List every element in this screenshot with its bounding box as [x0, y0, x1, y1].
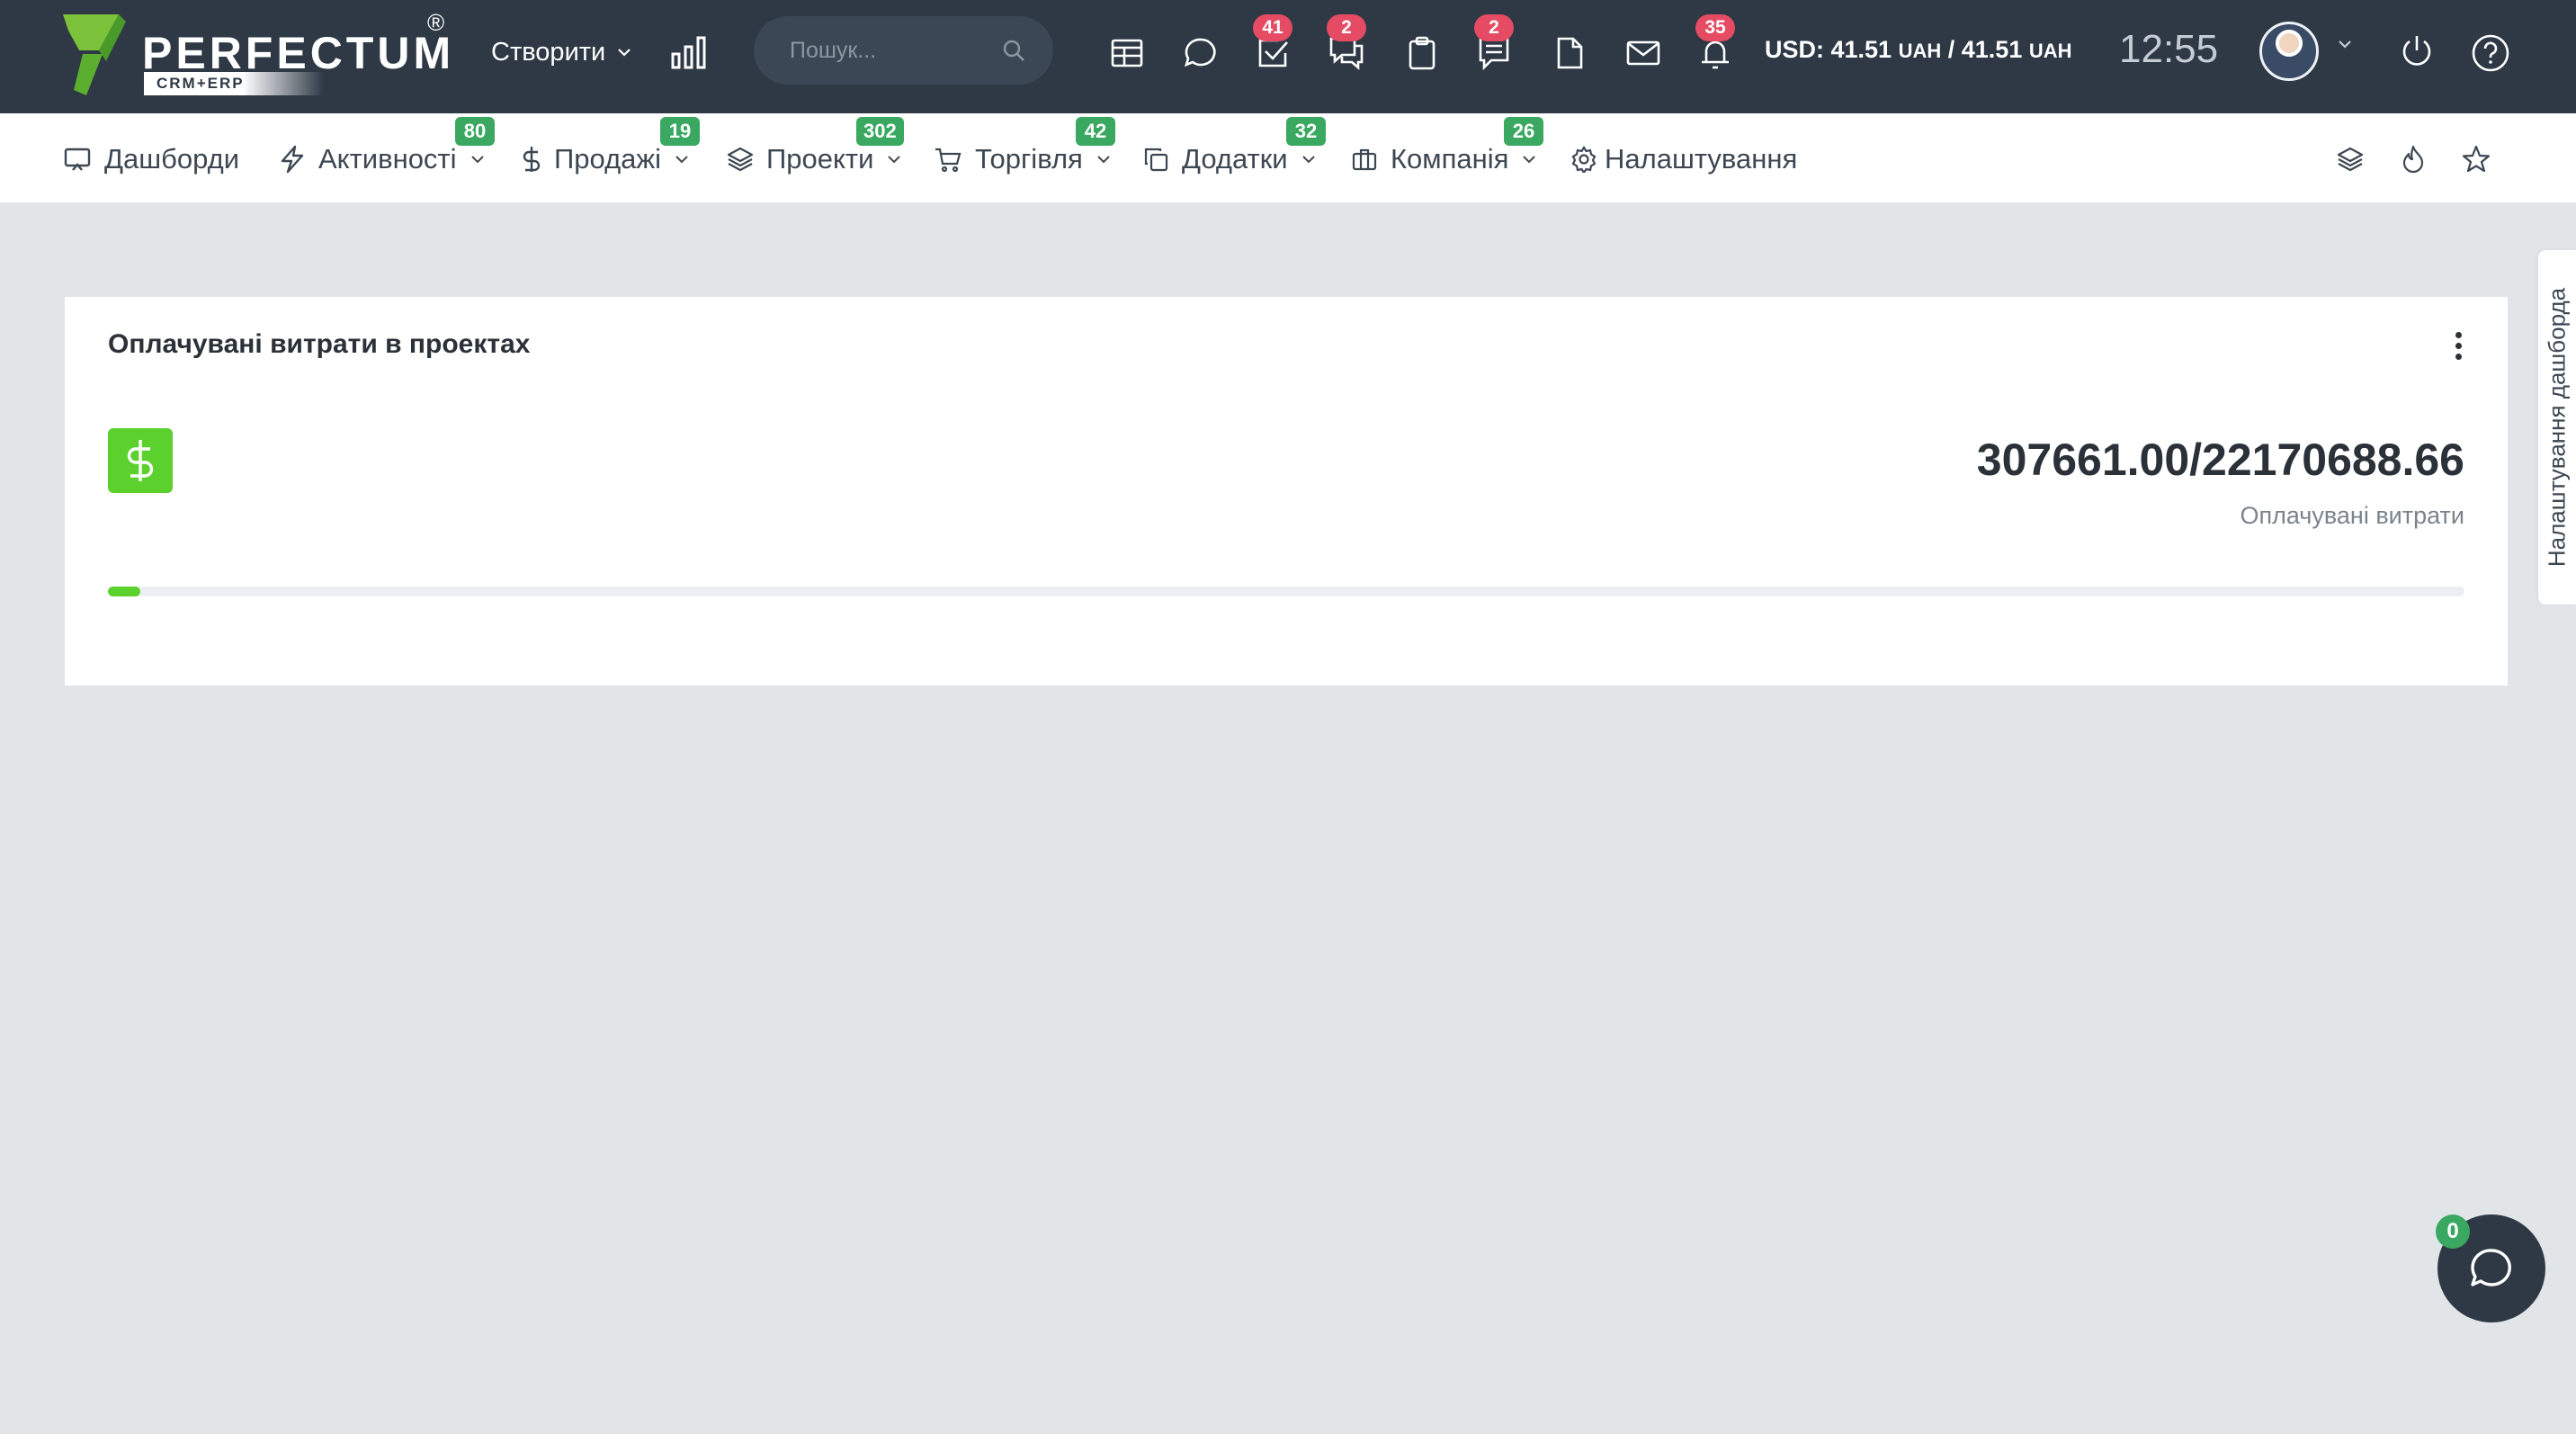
chat-badge: 0 — [2436, 1214, 2470, 1249]
help-icon[interactable] — [2470, 32, 2511, 78]
billable-expenses-widget: Оплачувані витрати в проектах 307661.00/… — [65, 297, 2508, 686]
monitor-icon — [64, 148, 91, 171]
search-box[interactable] — [754, 16, 1053, 85]
nav-label: Проекти — [766, 143, 874, 175]
chat-icon[interactable] — [1180, 32, 1221, 74]
currency-value: USD: 41.51 — [1765, 36, 1892, 63]
brand-registered: ® — [427, 9, 445, 36]
nav-activities[interactable]: Активності 80 — [279, 117, 495, 180]
chevron-down-icon — [1523, 156, 1536, 164]
widget-title: Оплачувані витрати в проектах — [108, 329, 531, 359]
dashboard-settings-label: Налаштування дашборда — [2543, 287, 2571, 568]
gear-icon — [1571, 146, 1597, 173]
chevron-down-icon — [618, 49, 631, 57]
create-button[interactable]: Створити — [491, 34, 632, 70]
dollar-icon — [108, 428, 173, 493]
nav-addons[interactable]: Додатки 32 — [1142, 117, 1326, 180]
nav-badge: 26 — [1504, 117, 1543, 146]
layers-icon[interactable] — [2330, 139, 2371, 180]
dashboard-settings-tab[interactable]: Налаштування дашборда — [2538, 250, 2576, 605]
chevron-down-icon — [470, 156, 484, 164]
calendar-icon[interactable] — [1106, 32, 1148, 74]
dollar-icon — [523, 147, 541, 172]
top-bar: PERFECTUM ® CRM+ERP Створити 41 2 2 — [0, 0, 2576, 113]
briefcase-icon — [1352, 148, 1377, 171]
chat-bubble-icon — [2471, 1249, 2511, 1286]
nav-badge: 80 — [455, 117, 495, 146]
nav-badge: 32 — [1286, 117, 1326, 146]
nav-company[interactable]: Компанія 26 — [1351, 117, 1543, 180]
nav-label: Дашборди — [104, 143, 240, 175]
bell-icon[interactable]: 35 — [1695, 14, 1736, 74]
search-input[interactable] — [790, 32, 988, 68]
brand-sub: CRM+ERP — [144, 72, 324, 95]
search-icon[interactable] — [1001, 38, 1026, 67]
nav-label: Торгівля — [975, 143, 1083, 175]
notifications-badge: 35 — [1695, 14, 1735, 41]
nav-label: Активності — [318, 143, 457, 175]
more-options-icon[interactable] — [2445, 327, 2472, 363]
chevron-down-icon — [888, 156, 901, 164]
star-icon[interactable] — [2455, 139, 2497, 180]
discussions-badge: 2 — [1327, 14, 1366, 41]
bolt-icon — [281, 145, 304, 174]
nav-badge: 19 — [660, 117, 700, 146]
progress-bar — [108, 587, 2464, 596]
nav-dashboards[interactable]: Дашборди — [63, 139, 239, 180]
widget-value: 307661.00/22170688.66 — [1976, 435, 2464, 485]
chevron-down-icon — [1097, 156, 1110, 164]
tasks-badge: 41 — [1253, 14, 1292, 41]
avatar[interactable] — [2259, 22, 2319, 81]
chevron-down-icon[interactable] — [2337, 38, 2353, 54]
stats-icon[interactable] — [669, 34, 709, 75]
nav-label: Налаштування — [1605, 143, 1798, 175]
currency-unit-2: UAH — [2028, 40, 2072, 62]
currency-unit: UAH — [1898, 40, 1942, 62]
logo-mark-icon — [63, 14, 126, 95]
nav-label: Компанія — [1391, 143, 1509, 175]
nav-label: Додатки — [1182, 143, 1288, 175]
widget-label: Оплачувані витрати — [2240, 502, 2464, 529]
tickets-icon[interactable]: 2 — [1473, 14, 1515, 74]
mail-icon[interactable] — [1623, 32, 1664, 74]
currency-rate: USD: 41.51 UAH / 41.51 UAH — [1765, 36, 2072, 64]
nav-sales[interactable]: Продажі 19 — [522, 117, 700, 180]
nav-label: Продажі — [554, 143, 662, 175]
power-icon[interactable] — [2398, 32, 2436, 75]
cart-icon — [935, 148, 962, 173]
nav-trade[interactable]: Торгівля 42 — [934, 117, 1115, 180]
logo[interactable]: PERFECTUM ® CRM+ERP — [63, 9, 459, 99]
nav-badge: 302 — [856, 117, 904, 146]
create-label: Створити — [491, 37, 606, 67]
chevron-down-icon — [1301, 156, 1315, 164]
tasks-icon[interactable]: 41 — [1252, 14, 1293, 74]
main-nav: Дашборди Активності 80 Продажі 19 Проект… — [0, 113, 2576, 203]
tickets-badge: 2 — [1474, 14, 1514, 41]
currency-separator: / 41.51 — [1941, 36, 2029, 63]
fire-icon[interactable] — [2393, 139, 2434, 180]
clock: 12:55 — [2119, 27, 2219, 71]
file-icon[interactable] — [1549, 32, 1590, 74]
layers-icon — [727, 147, 754, 172]
progress-fill — [108, 587, 141, 596]
nav-settings[interactable]: Налаштування — [1570, 139, 1797, 180]
clipboard-icon[interactable] — [1401, 32, 1443, 74]
nav-badge: 42 — [1076, 117, 1115, 146]
copy-icon — [1144, 148, 1168, 172]
chevron-down-icon — [675, 156, 688, 164]
discussions-icon[interactable]: 2 — [1326, 14, 1367, 74]
nav-projects[interactable]: Проекти 302 — [727, 117, 904, 180]
